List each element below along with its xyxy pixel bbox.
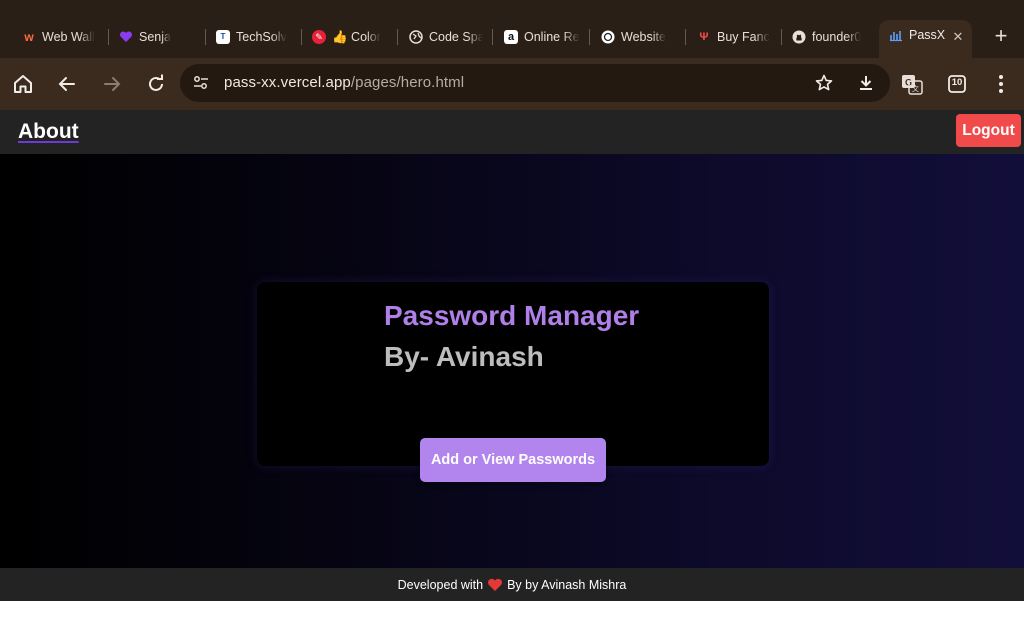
close-icon[interactable]: ✕ [950, 29, 966, 45]
menu-kebab-icon[interactable] [987, 70, 1015, 98]
svg-text:文: 文 [912, 84, 919, 93]
tab-label: 👍 Color [332, 29, 381, 44]
home-icon[interactable] [9, 70, 37, 98]
tab-separator [301, 29, 302, 45]
tab-separator [397, 29, 398, 45]
tab-label: TechSolv [236, 30, 287, 44]
tab-label: Web Wall [42, 30, 95, 44]
amazon-icon: a [504, 30, 518, 44]
passx-icon [889, 28, 903, 42]
forward-arrow-icon[interactable] [98, 70, 126, 98]
tab-switcher-button[interactable]: 10 [943, 70, 971, 98]
page-bottom-blank [0, 601, 1024, 640]
buyfancy-icon: Ψ [699, 31, 709, 43]
tab-label: PassX [909, 28, 946, 42]
hero-subtitle: By- Avinash [384, 341, 544, 372]
browser-tab[interactable]: Senja [119, 24, 189, 50]
new-tab-button[interactable]: + [990, 25, 1012, 48]
url-text[interactable]: pass-xx.vercel.app/pages/hero.html [224, 74, 464, 91]
browser-tab-active[interactable]: PassX ✕ [879, 20, 972, 58]
site-navbar: About Logout [0, 110, 1024, 154]
site-footer: Developed with By by Avinash Mishra [0, 568, 1024, 601]
tab-label: Website [621, 30, 666, 44]
hero-title: Password Manager [384, 300, 640, 331]
download-icon[interactable] [856, 73, 876, 98]
tab-label: Code Spa [429, 30, 483, 44]
tab-separator [685, 29, 686, 45]
github-icon [792, 30, 806, 44]
globe-icon [409, 30, 423, 44]
translate-icon[interactable]: G文 [898, 70, 926, 98]
chatgpt-icon [601, 30, 615, 44]
tab-separator [108, 29, 109, 45]
browser-tab[interactable]: founder0 [792, 24, 866, 50]
url-path: /pages/hero.html [350, 74, 465, 91]
browser-tabstrip: w Web Wall Senja T TechSolv ✎ 👍 Color Co… [0, 0, 1024, 58]
tab-label: Senja [139, 30, 171, 44]
browser-tab[interactable]: T TechSolv [216, 24, 292, 50]
browser-tab[interactable]: Website [601, 24, 675, 50]
browser-toolbar: pass-xx.vercel.app/pages/hero.html G文 10 [0, 58, 1024, 110]
browser-tab[interactable]: w Web Wall [22, 24, 96, 50]
site-settings-icon[interactable] [192, 74, 210, 97]
reload-icon[interactable] [142, 70, 170, 98]
browser-tab[interactable]: a Online Re [504, 24, 580, 50]
web-page: About Logout Password Manager By- Avinas… [0, 110, 1024, 640]
bookmark-star-icon[interactable] [814, 73, 834, 98]
tab-separator [589, 29, 590, 45]
about-link[interactable]: About [18, 120, 79, 144]
add-view-passwords-button[interactable]: Add or View Passwords [420, 438, 606, 482]
heart-icon [487, 578, 503, 592]
tab-separator [205, 29, 206, 45]
tab-separator [492, 29, 493, 45]
tab-label: Online Re [524, 30, 580, 44]
color-icon: ✎ [312, 30, 326, 44]
address-bar[interactable]: pass-xx.vercel.app/pages/hero.html [180, 64, 890, 102]
techsolv-icon: T [216, 30, 230, 44]
tab-label: Buy Fanc [717, 30, 770, 44]
tab-count-badge: 10 [951, 77, 963, 88]
footer-prefix: Developed with [397, 577, 484, 592]
webwall-icon: w [24, 30, 34, 44]
footer-suffix: By by Avinash Mishra [507, 577, 627, 592]
browser-tab[interactable]: ✎ 👍 Color [312, 24, 386, 50]
url-host: pass-xx.vercel.app [224, 74, 351, 91]
browser-tab[interactable]: Code Spa [409, 24, 483, 50]
back-arrow-icon[interactable] [53, 70, 81, 98]
hero-section: Password Manager By- Avinash Add or View… [0, 154, 1024, 568]
tab-label: founder0 [812, 30, 862, 44]
senja-heart-icon [119, 30, 133, 44]
logout-button[interactable]: Logout [956, 114, 1021, 147]
tab-separator [781, 29, 782, 45]
browser-tab[interactable]: Ψ Buy Fanc [697, 24, 771, 50]
